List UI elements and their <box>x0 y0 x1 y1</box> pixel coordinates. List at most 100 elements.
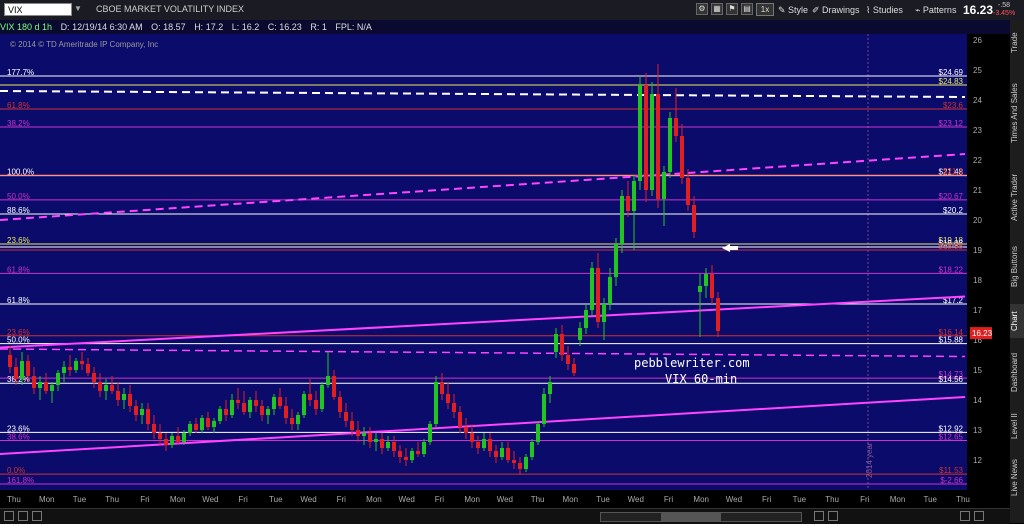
drawings-icon: ✐ <box>812 5 823 15</box>
zoom-out-icon[interactable] <box>814 511 824 521</box>
expand-icon[interactable] <box>18 511 28 521</box>
candle-body <box>428 424 432 442</box>
settings-icon[interactable]: ⚙ <box>696 3 708 15</box>
x-tick-label: Fri <box>238 495 248 504</box>
candle-body <box>392 442 396 451</box>
candle-body <box>602 304 606 322</box>
candle-body <box>662 172 666 199</box>
tab-dashboard[interactable]: Dashboard <box>1010 344 1024 400</box>
candle-body <box>656 94 660 199</box>
symbol-dropdown-icon[interactable]: ▼ <box>74 4 84 15</box>
x-tick-label: Tue <box>269 495 283 504</box>
x-tick-label: Wed <box>399 495 415 504</box>
candle-body <box>500 448 504 457</box>
candle-body <box>140 409 144 415</box>
x-tick-label: Wed <box>726 495 742 504</box>
drawings-button[interactable]: ✐ Drawings <box>812 3 860 17</box>
tab-live-news[interactable]: Live News <box>1010 452 1024 504</box>
studies-icon: ⌇ <box>866 5 873 15</box>
tab-active-trader[interactable]: Active Trader <box>1010 164 1024 230</box>
candle-body <box>122 394 126 400</box>
candle-body <box>512 460 516 463</box>
candle-body <box>308 394 312 400</box>
flag-icon[interactable]: ⚑ <box>726 3 738 15</box>
price-chart[interactable]: 1213141516171819202122232425262014 year1… <box>0 34 1010 508</box>
candle-body <box>362 433 366 436</box>
candle-body <box>158 433 162 439</box>
tab-trade[interactable]: Trade <box>1010 24 1024 62</box>
level-right-label: $20.67 <box>939 192 964 201</box>
bar-date: D: 12/19/14 6:30 AM <box>60 22 143 32</box>
candle-body <box>596 268 600 322</box>
level-left-label: 38.2% <box>7 375 30 384</box>
level-right-label: $21.4 <box>943 167 964 176</box>
tab-big-buttons[interactable]: Big Buttons <box>1010 236 1024 298</box>
candle-body <box>254 400 258 406</box>
link-icon[interactable] <box>32 511 42 521</box>
y-tick-label: 24 <box>973 96 982 105</box>
grid-icon[interactable]: ▦ <box>711 3 723 15</box>
candle-body <box>524 457 528 469</box>
studies-button[interactable]: ⌇ Studies <box>866 3 903 17</box>
symbol-input[interactable]: VIX <box>4 3 72 16</box>
x-tick-label: Thu <box>105 495 119 504</box>
candle-body <box>68 367 72 370</box>
zoom-button[interactable]: 1x <box>756 3 774 16</box>
y-tick-label: 20 <box>973 216 982 225</box>
candle-body <box>152 424 156 433</box>
candle-body <box>530 442 534 457</box>
zoom-in-icon[interactable] <box>828 511 838 521</box>
level-right-label: $24.83 <box>939 77 964 86</box>
candle-body <box>710 274 714 298</box>
chart-type-icon[interactable]: ▤ <box>741 3 753 15</box>
tab-times-and-sales[interactable]: Times And Sales <box>1010 68 1024 158</box>
candle-body <box>188 424 192 433</box>
candle-body <box>716 298 720 331</box>
scrollbar-thumb[interactable] <box>661 513 721 521</box>
x-tick-label: Thu <box>956 495 970 504</box>
x-tick-label: Mon <box>890 495 906 504</box>
candle-body <box>176 436 180 442</box>
tab-level-ii[interactable]: Level II <box>1010 406 1024 446</box>
tab-chart[interactable]: Chart <box>1010 304 1024 338</box>
last-price: 16.23 <box>963 3 994 17</box>
x-tick-label: Fri <box>337 495 347 504</box>
candle-body <box>542 394 546 424</box>
candle-body <box>380 439 384 448</box>
patterns-button[interactable]: ⌁ Patterns <box>915 3 956 17</box>
last-price-tag-label: 16.23 <box>972 329 993 338</box>
x-tick-label: Mon <box>563 495 579 504</box>
candle-body <box>488 439 492 451</box>
candle-body <box>536 424 540 442</box>
fit-icon[interactable] <box>960 511 970 521</box>
instrument-title: CBOE MARKET VOLATILITY INDEX <box>96 4 245 14</box>
y-tick-label: 14 <box>973 396 982 405</box>
candle-body <box>110 385 114 391</box>
y-tick-label: 25 <box>973 66 982 75</box>
style-icon: ✎ <box>778 5 789 15</box>
y-tick-label: 19 <box>973 246 982 255</box>
candle-body <box>194 424 198 430</box>
candle-body <box>8 355 12 367</box>
toggle-icon[interactable] <box>4 511 14 521</box>
level-right-label: $23.6 <box>943 101 964 110</box>
toolbar: VIX ▼ CBOE MARKET VOLATILITY INDEX ⚙ ▦ ⚑… <box>0 0 1024 21</box>
candle-body <box>128 394 132 406</box>
candle-body <box>338 397 342 412</box>
y-tick-label: 15 <box>973 366 982 375</box>
side-tab-bar: Trade Times And Sales Active Trader Big … <box>1010 20 1024 523</box>
candle-body <box>248 400 252 412</box>
style-button[interactable]: ✎ Style <box>778 3 808 17</box>
drawings-label: Drawings <box>822 5 860 15</box>
x-tick-label: Mon <box>170 495 186 504</box>
candle-body <box>80 361 84 364</box>
candle-body <box>422 442 426 454</box>
horizontal-scrollbar[interactable] <box>600 512 802 522</box>
menu-icon[interactable] <box>974 511 984 521</box>
bar-fpl: FPL: N/A <box>335 22 372 32</box>
candle-body <box>20 361 24 379</box>
candle-body <box>146 409 150 424</box>
candle-body <box>320 385 324 409</box>
level-right-label: $18.98 <box>939 242 964 251</box>
candle-body <box>470 433 474 442</box>
